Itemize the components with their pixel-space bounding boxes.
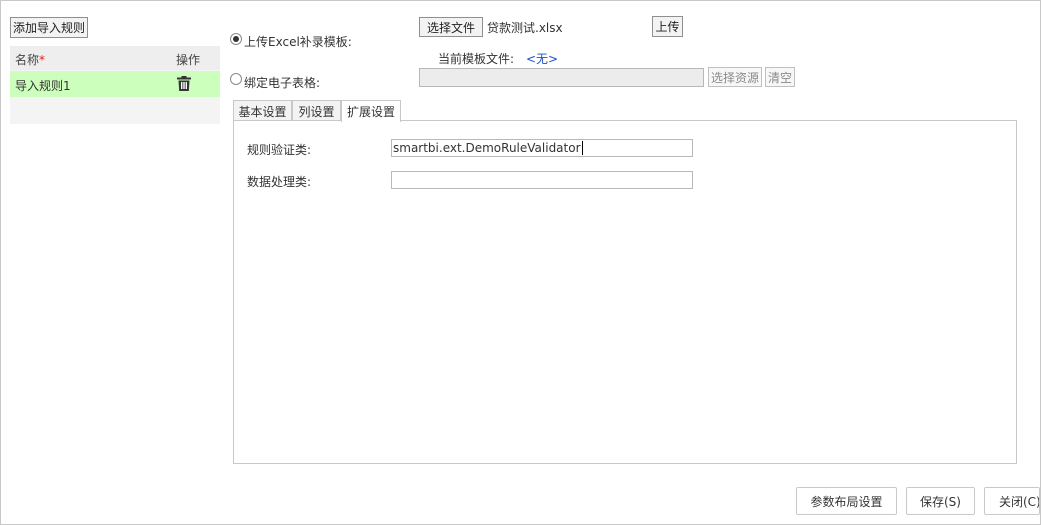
bind-sheet-input bbox=[419, 68, 704, 87]
add-import-rule-button[interactable]: 添加导入规则 bbox=[10, 17, 88, 38]
close-button[interactable]: 关闭(C) bbox=[984, 487, 1040, 515]
upload-button[interactable]: 上传 bbox=[652, 16, 683, 37]
tab-column-settings[interactable]: 列设置 bbox=[292, 100, 341, 121]
clear-button: 清空 bbox=[765, 67, 795, 87]
text-cursor bbox=[581, 141, 583, 155]
bind-sheet-label: 绑定电子表格: bbox=[244, 76, 321, 90]
save-button[interactable]: 保存(S) bbox=[906, 487, 975, 515]
column-name-label: 名称 bbox=[15, 53, 40, 67]
column-header-action: 操作 bbox=[176, 53, 201, 67]
rule-row[interactable]: 导入规则1 bbox=[10, 71, 220, 97]
trash-icon[interactable] bbox=[177, 76, 191, 91]
select-resource-button: 选择资源 bbox=[708, 67, 762, 87]
rule-list-header: 名称* 操作 bbox=[10, 46, 220, 70]
bind-sheet-radio[interactable] bbox=[230, 73, 242, 85]
excel-template-radio[interactable] bbox=[230, 33, 242, 45]
parameter-layout-settings-button[interactable]: 参数布局设置 bbox=[796, 487, 897, 515]
rule-name: 导入规则1 bbox=[15, 79, 71, 93]
rule-list: 名称* 操作 导入规则1 bbox=[10, 46, 220, 124]
tab-extension-settings[interactable]: 扩展设置 bbox=[341, 100, 401, 122]
processor-class-input[interactable] bbox=[391, 171, 693, 189]
excel-template-label: 上传Excel补录模板: bbox=[244, 35, 352, 49]
tab-basic-settings[interactable]: 基本设置 bbox=[233, 100, 292, 121]
current-template-label: 当前模板文件: bbox=[438, 52, 515, 66]
validator-class-input[interactable]: smartbi.ext.DemoRuleValidator bbox=[391, 139, 693, 157]
processor-class-label: 数据处理类: bbox=[247, 175, 312, 189]
required-mark: * bbox=[39, 53, 46, 67]
choose-file-button[interactable]: 选择文件 bbox=[419, 17, 483, 37]
column-header-name: 名称* bbox=[15, 51, 45, 68]
current-template-value: <无> bbox=[526, 52, 559, 66]
validator-class-value: smartbi.ext.DemoRuleValidator bbox=[393, 141, 581, 155]
validator-class-label: 规则验证类: bbox=[247, 143, 312, 157]
chosen-file-name: 贷款测试.xlsx bbox=[487, 21, 563, 35]
